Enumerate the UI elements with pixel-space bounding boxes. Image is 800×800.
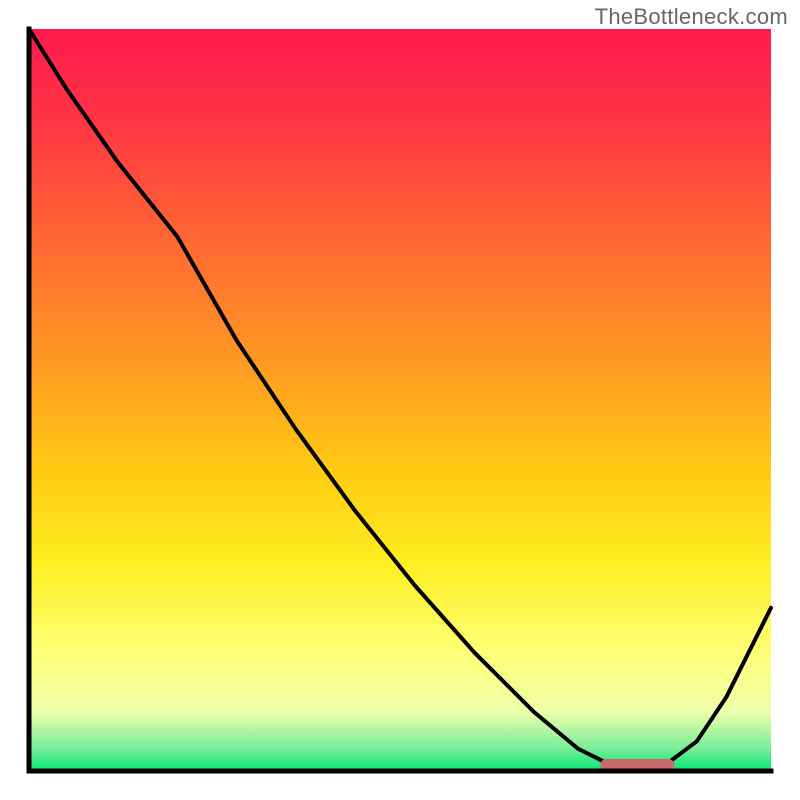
watermark-text: TheBottleneck.com [595,4,788,30]
chart-container: TheBottleneck.com [0,0,800,800]
plot-frame [25,25,775,775]
gradient-background [29,29,771,771]
chart-svg [25,25,775,775]
